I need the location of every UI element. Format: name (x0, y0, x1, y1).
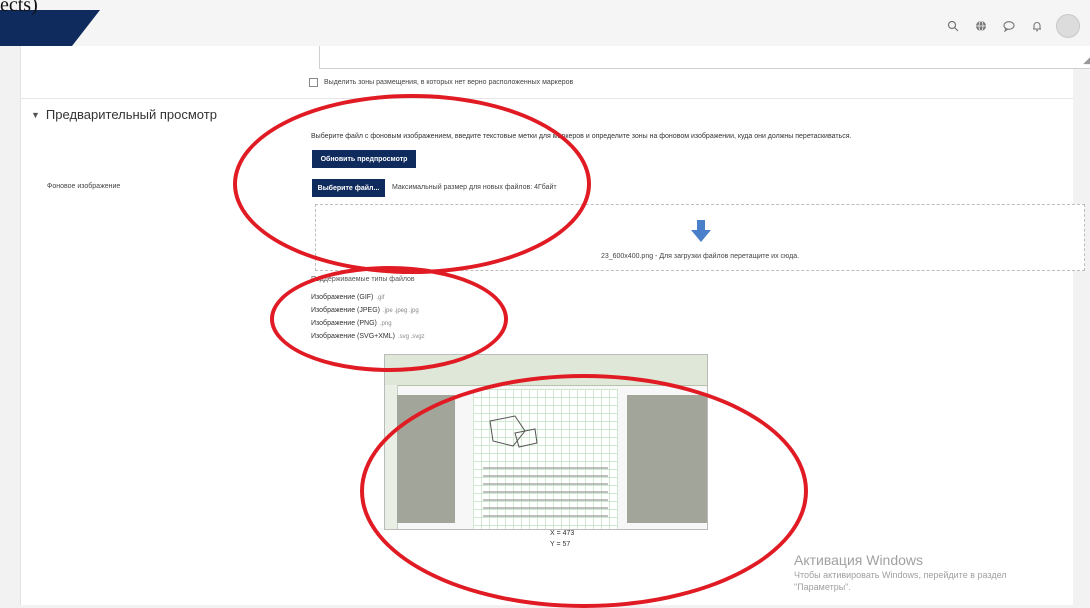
choose-file-button[interactable]: Выберите файл... (312, 179, 385, 197)
avatar[interactable] (1056, 14, 1080, 38)
windows-activation-title: Активация Windows (794, 552, 924, 568)
download-arrow-icon (691, 220, 711, 242)
preview-page (473, 389, 618, 529)
file-dropzone[interactable]: 23_600x400.png - Для загрузки файлов пер… (315, 204, 1085, 271)
highlight-dropzones-option[interactable]: Выделить зоны размещения, в которых нет … (309, 78, 573, 87)
supported-types-heading: Поддерживаемые типы файлов (311, 276, 415, 283)
preview-section-header[interactable]: ▼ Предварительный просмотр (31, 107, 217, 122)
file-type-gif: Изображение (GIF) .gif (311, 294, 385, 301)
highlight-dropzones-checkbox[interactable] (309, 78, 318, 87)
x-coordinate-readout: X = 473 (550, 530, 575, 537)
dropzone-text: 23_600x400.png - Для загрузки файлов пер… (600, 253, 800, 260)
corner-text: ects) (0, 0, 38, 16)
windows-activation-line1: Чтобы активировать Windows, перейдите в … (794, 570, 1007, 580)
file-type-png: Изображение (PNG) .png (311, 320, 392, 327)
preview-section-title: Предварительный просмотр (45, 107, 217, 122)
file-type-jpeg: Изображение (JPEG) .jpe .jpeg .jpg (311, 307, 419, 314)
refresh-preview-button[interactable]: Обновить предпросмотр (312, 150, 416, 168)
header-icons (944, 14, 1080, 38)
resize-grip-icon[interactable]: ◢ (1083, 55, 1090, 66)
top-navbar (0, 0, 1090, 46)
preview-ribbon (385, 355, 707, 386)
section-divider (21, 98, 1073, 99)
preview-instruction: Выберите файл с фоновым изображением, вв… (311, 133, 852, 140)
windows-activation-watermark: Активация Windows Чтобы активировать Win… (794, 552, 1007, 592)
feedback-textarea[interactable]: ◢ (319, 46, 1090, 69)
highlight-dropzones-label: Выделить зоны размещения, в которых нет … (324, 79, 574, 86)
globe-icon[interactable] (972, 17, 990, 35)
chat-icon[interactable] (1000, 17, 1018, 35)
background-image-label: Фоновое изображение (47, 183, 121, 190)
max-file-size: Максимальный размер для новых файлов: 4Г… (392, 184, 557, 191)
search-icon[interactable] (944, 17, 962, 35)
preview-panel-right (627, 395, 707, 523)
bell-icon[interactable] (1028, 17, 1046, 35)
file-type-svg: Изображение (SVG+XML) .svg .svgz (311, 333, 425, 340)
preview-panel-left (397, 395, 455, 523)
background-preview-image[interactable] (384, 354, 708, 530)
preview-drawing (489, 415, 538, 448)
windows-activation-line2: "Параметры". (794, 582, 851, 592)
chevron-down-icon[interactable]: ▼ (31, 110, 40, 120)
y-coordinate-readout: Y = 57 (550, 541, 571, 548)
